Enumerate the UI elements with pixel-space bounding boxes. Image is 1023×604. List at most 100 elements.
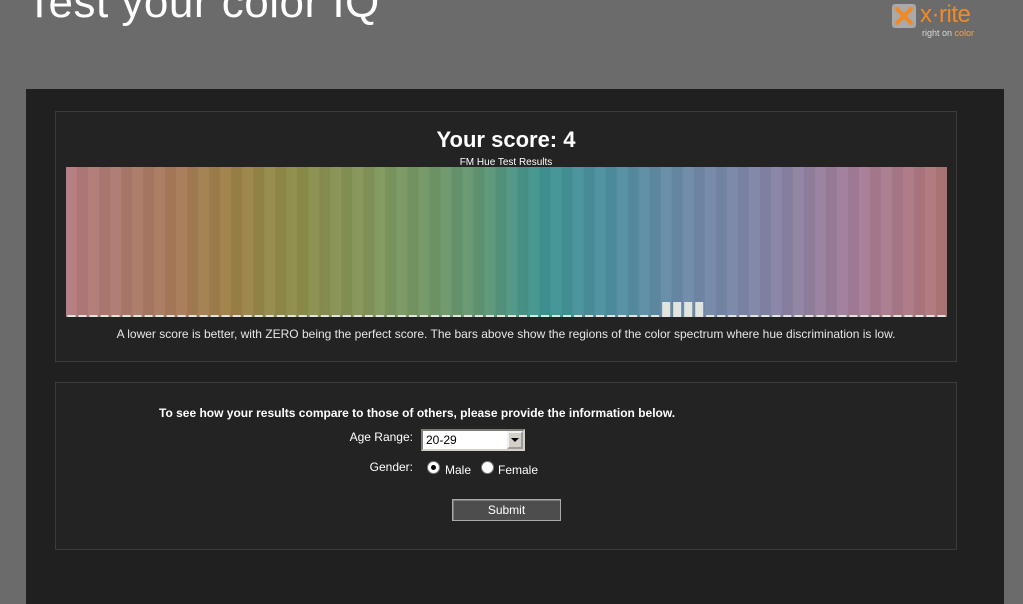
spectrum-stripe — [738, 167, 749, 317]
error-bar — [640, 315, 649, 317]
error-bar — [78, 315, 87, 317]
hue-spectrum-svg — [66, 167, 947, 317]
gender-male-label[interactable]: Male — [445, 463, 471, 477]
logo-tagline: right on color — [922, 28, 974, 38]
error-bar — [89, 315, 98, 317]
spectrum-stripe — [209, 167, 220, 317]
spectrum-stripe — [407, 167, 418, 317]
spectrum-stripe — [936, 167, 947, 317]
spectrum-stripe — [363, 167, 374, 317]
error-bar — [596, 315, 605, 317]
error-bar — [199, 315, 208, 317]
spectrum-stripe — [77, 167, 88, 317]
error-bar — [838, 315, 847, 317]
spectrum-stripe — [606, 167, 617, 317]
score-heading: Your score: 4 — [436, 127, 576, 152]
page-title: Test your color IQ — [26, 0, 380, 27]
spectrum-stripe — [804, 167, 815, 317]
spectrum-stripe — [396, 167, 407, 317]
error-bar — [210, 315, 219, 317]
spectrum-stripe — [275, 167, 286, 317]
spectrum-stripe — [639, 167, 650, 317]
spectrum-stripe — [264, 167, 275, 317]
error-bar — [926, 315, 935, 317]
error-bar — [144, 315, 153, 317]
spectrum-stripe — [672, 167, 683, 317]
submit-button[interactable]: Submit — [452, 499, 561, 521]
spectrum-stripe — [484, 167, 495, 317]
gender-female-label[interactable]: Female — [498, 463, 538, 477]
spectrum-stripe — [837, 167, 848, 317]
spectrum-stripe — [242, 167, 253, 317]
spectrum-stripe — [562, 167, 573, 317]
error-bar — [893, 315, 902, 317]
spectrum-stripe — [429, 167, 440, 317]
age-range-value: 20-29 — [426, 433, 457, 447]
error-bar — [530, 315, 539, 317]
spectrum-stripe — [551, 167, 562, 317]
spectrum-stripe — [683, 167, 694, 317]
error-bar — [188, 315, 197, 317]
error-bar — [508, 315, 517, 317]
spectrum-stripe — [440, 167, 451, 317]
spectrum-stripe — [694, 167, 705, 317]
spectrum-stripe — [628, 167, 639, 317]
error-bar — [298, 315, 307, 317]
spectrum-stripe — [187, 167, 198, 317]
spectrum-stripe — [892, 167, 903, 317]
error-bar — [419, 315, 428, 317]
error-bar — [816, 315, 825, 317]
error-bar — [673, 302, 682, 317]
gender-male-radio[interactable] — [427, 461, 440, 474]
spectrum-stripe — [66, 167, 77, 317]
spectrum-stripe — [451, 167, 462, 317]
error-bar — [133, 315, 142, 317]
spectrum-stripe — [650, 167, 661, 317]
error-bar — [485, 315, 494, 317]
form-instructions: To see how your results compare to those… — [159, 406, 676, 420]
error-bar — [166, 315, 175, 317]
error-bar — [309, 315, 318, 317]
spectrum-stripe — [198, 167, 209, 317]
error-bar — [739, 315, 748, 317]
logo-brand: x·rite — [920, 1, 971, 28]
error-bar — [397, 315, 406, 317]
spectrum-stripe — [815, 167, 826, 317]
spectrum-stripe — [341, 167, 352, 317]
chevron-down-icon[interactable] — [507, 431, 523, 449]
age-range-select[interactable]: 20-29 — [421, 429, 525, 451]
error-bar — [331, 315, 340, 317]
spectrum-stripe — [925, 167, 936, 317]
xrite-logo[interactable]: x·rite right on color — [890, 1, 1000, 42]
error-bar — [100, 315, 109, 317]
error-bar — [320, 315, 329, 317]
error-bar — [441, 315, 450, 317]
error-bar — [695, 302, 704, 317]
spectrum-stripe — [716, 167, 727, 317]
spectrum-stripe — [595, 167, 606, 317]
error-bar — [67, 315, 76, 317]
spectrum-stripe — [573, 167, 584, 317]
error-bar — [662, 302, 671, 317]
gender-female-radio[interactable] — [481, 461, 494, 474]
spectrum-stripe — [176, 167, 187, 317]
error-bar — [111, 315, 120, 317]
spectrum-stripe — [705, 167, 716, 317]
error-bar — [651, 315, 660, 317]
error-bar — [232, 315, 241, 317]
error-bar — [541, 315, 550, 317]
error-bar — [463, 315, 472, 317]
logo-tagline-prefix: right on — [922, 28, 955, 38]
error-bar — [276, 315, 285, 317]
error-bar — [871, 315, 880, 317]
spectrum-stripe — [914, 167, 925, 317]
score-explanation: A lower score is better, with ZERO being… — [116, 327, 896, 341]
spectrum-stripe — [385, 167, 396, 317]
spectrum-stripe — [374, 167, 385, 317]
error-bar — [761, 315, 770, 317]
spectrum-stripe — [154, 167, 165, 317]
spectrum-stripe — [507, 167, 518, 317]
hue-spectrum-chart — [66, 167, 947, 317]
error-bar — [155, 315, 164, 317]
spectrum-stripe — [881, 167, 892, 317]
